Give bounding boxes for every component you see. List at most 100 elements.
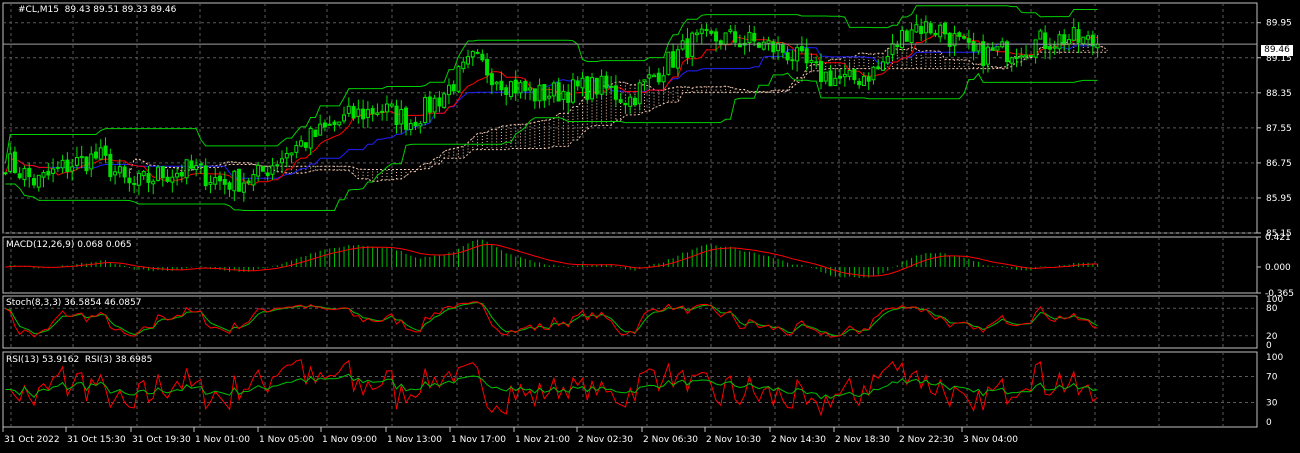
candle-body: [637, 82, 642, 105]
time-label: 1 Nov 09:00: [322, 435, 377, 445]
candle-body: [213, 177, 218, 185]
candle-body: [804, 48, 809, 64]
candle-body: [733, 31, 738, 43]
macd-signal-line: [5, 243, 1098, 277]
candle-body: [494, 81, 499, 85]
candle-body: [752, 32, 757, 42]
time-label: 2 Nov 22:30: [899, 435, 954, 445]
candle-body: [890, 43, 895, 55]
candle-body: [728, 29, 733, 33]
candle-body: [942, 22, 947, 35]
candle-body: [680, 40, 685, 50]
time-label: 3 Nov 04:00: [963, 435, 1018, 445]
rsi-tick-label: 30: [1266, 399, 1278, 409]
candle-body: [423, 97, 428, 123]
candle-body: [470, 50, 475, 58]
candle-body: [566, 91, 571, 103]
candle-body: [103, 145, 108, 156]
candle-body: [933, 32, 938, 36]
candle-body: [828, 70, 833, 87]
candle-body: [1086, 35, 1091, 40]
trading-chart[interactable]: 89.95 89.15 88.35 87.55 86.75 85.95 85.15 0.421…: [0, 0, 1300, 450]
candle-body: [675, 49, 680, 69]
candle-body: [12, 151, 17, 173]
candle-body: [623, 102, 628, 106]
candle-body: [609, 85, 614, 88]
candle-body: [790, 59, 795, 62]
time-label: 1 Nov 01:00: [195, 435, 250, 445]
time-label: 2 Nov 18:30: [835, 435, 890, 445]
candle-body: [594, 77, 599, 95]
candle-body: [175, 172, 180, 178]
candle-body: [399, 108, 404, 125]
candle-body: [556, 82, 561, 102]
candle-body: [852, 69, 857, 81]
candle-body: [1076, 29, 1081, 43]
candle-body: [880, 61, 885, 71]
candle-body: [1024, 54, 1029, 57]
candle-body: [699, 28, 704, 34]
candle-body: [394, 105, 399, 126]
candle-body: [1043, 32, 1048, 49]
candle-body: [780, 44, 785, 53]
candle-body: [823, 71, 828, 82]
stoch-k-line: [5, 301, 1098, 338]
candle-body: [1066, 39, 1071, 45]
chart-svg[interactable]: 89.9589.1588.3587.5586.7585.9585.150.421…: [0, 0, 1300, 450]
rsi-3-line: [5, 359, 1098, 417]
candle-body: [127, 177, 132, 184]
candle-body: [41, 172, 46, 178]
candle-body: [985, 46, 990, 65]
candle-body: [1052, 46, 1057, 49]
candle-body: [632, 97, 637, 106]
candle-body: [866, 76, 871, 82]
candle-body: [3, 172, 8, 175]
time-label: 31 Oct 2022: [4, 435, 60, 445]
candle-body: [523, 80, 528, 92]
candle-body: [289, 152, 294, 156]
kijun-line: [4, 43, 1098, 179]
rsi-tick-label: 70: [1266, 373, 1278, 383]
candle-body: [475, 51, 480, 54]
rsi-title: RSI(13) 53.9162 RSI(3) 38.6985: [6, 355, 153, 365]
stoch-tick-label: 0: [1266, 341, 1272, 351]
candle-body: [966, 38, 971, 43]
candle-body: [513, 79, 518, 94]
candle-body: [432, 97, 437, 113]
candle-body: [885, 55, 890, 64]
current-price-label: 89.46: [1261, 45, 1293, 56]
candle-body: [857, 80, 862, 86]
senkou-span-a: [128, 41, 1108, 182]
candle-body: [170, 176, 175, 183]
candle-body: [976, 43, 981, 52]
candle-body: [237, 168, 242, 192]
candle-body: [928, 23, 933, 34]
candle-body: [146, 173, 151, 183]
candle-body: [389, 103, 394, 107]
time-label: 2 Nov 14:30: [771, 435, 826, 445]
time-label: 1 Nov 21:00: [515, 435, 570, 445]
candle-body: [232, 170, 237, 192]
rsi-tick-label: 0: [1266, 418, 1272, 428]
candle-body: [814, 61, 819, 64]
candle-body: [117, 166, 122, 174]
candle-body: [547, 95, 552, 99]
candle-body: [94, 151, 99, 159]
candle-body: [847, 69, 852, 77]
candle-body: [141, 170, 146, 177]
candle-body: [427, 96, 432, 113]
candle-body: [613, 85, 618, 100]
candle-body: [160, 166, 165, 179]
candle-body: [22, 168, 27, 181]
candle-body: [652, 74, 657, 78]
candle-body: [923, 21, 928, 34]
candle-body: [1095, 43, 1100, 49]
candle-body: [818, 60, 823, 83]
candle-body: [1038, 30, 1043, 40]
candle-body: [17, 173, 22, 179]
candle-body: [914, 24, 919, 33]
candle-body: [270, 165, 275, 175]
candle-body: [871, 66, 876, 81]
candle-body: [1009, 57, 1014, 64]
candle-body: [136, 172, 141, 186]
